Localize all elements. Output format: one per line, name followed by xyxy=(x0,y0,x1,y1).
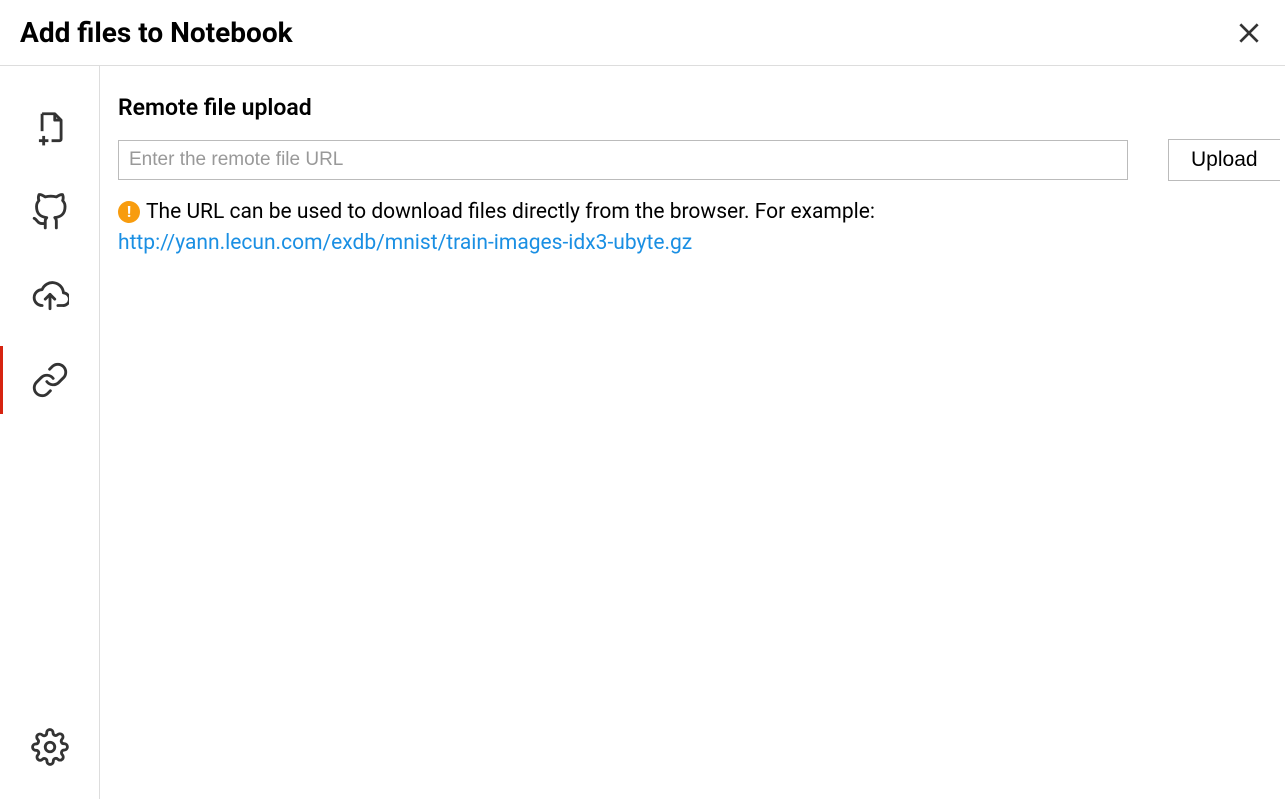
dialog-header: Add files to Notebook xyxy=(0,0,1285,66)
close-icon xyxy=(1236,20,1262,46)
info-text: The URL can be used to download files di… xyxy=(146,197,875,229)
close-button[interactable] xyxy=(1233,17,1265,49)
sidebar-item-link[interactable] xyxy=(0,338,99,422)
warning-icon: ! xyxy=(118,201,140,223)
section-title: Remote file upload xyxy=(118,94,1285,121)
sidebar-item-add-file[interactable] xyxy=(0,86,99,170)
cloud-upload-icon xyxy=(31,277,69,315)
dialog-body: Remote file upload Upload ! The URL can … xyxy=(0,66,1285,799)
sidebar-item-settings[interactable] xyxy=(0,705,99,789)
sidebar xyxy=(0,66,100,799)
example-url-link[interactable]: http://yann.lecun.com/exdb/mnist/train-i… xyxy=(118,231,1128,255)
dialog-title: Add files to Notebook xyxy=(20,16,293,49)
github-icon xyxy=(31,193,69,231)
upload-row: Upload xyxy=(118,139,1285,181)
sidebar-item-cloud-upload[interactable] xyxy=(0,254,99,338)
link-icon xyxy=(31,361,69,399)
file-add-icon xyxy=(31,109,69,147)
main-panel: Remote file upload Upload ! The URL can … xyxy=(100,66,1285,799)
sidebar-item-github[interactable] xyxy=(0,170,99,254)
upload-button[interactable]: Upload xyxy=(1168,139,1280,181)
gear-icon xyxy=(31,728,69,766)
info-block: ! The URL can be used to download files … xyxy=(118,197,1128,255)
remote-url-input[interactable] xyxy=(118,140,1128,180)
